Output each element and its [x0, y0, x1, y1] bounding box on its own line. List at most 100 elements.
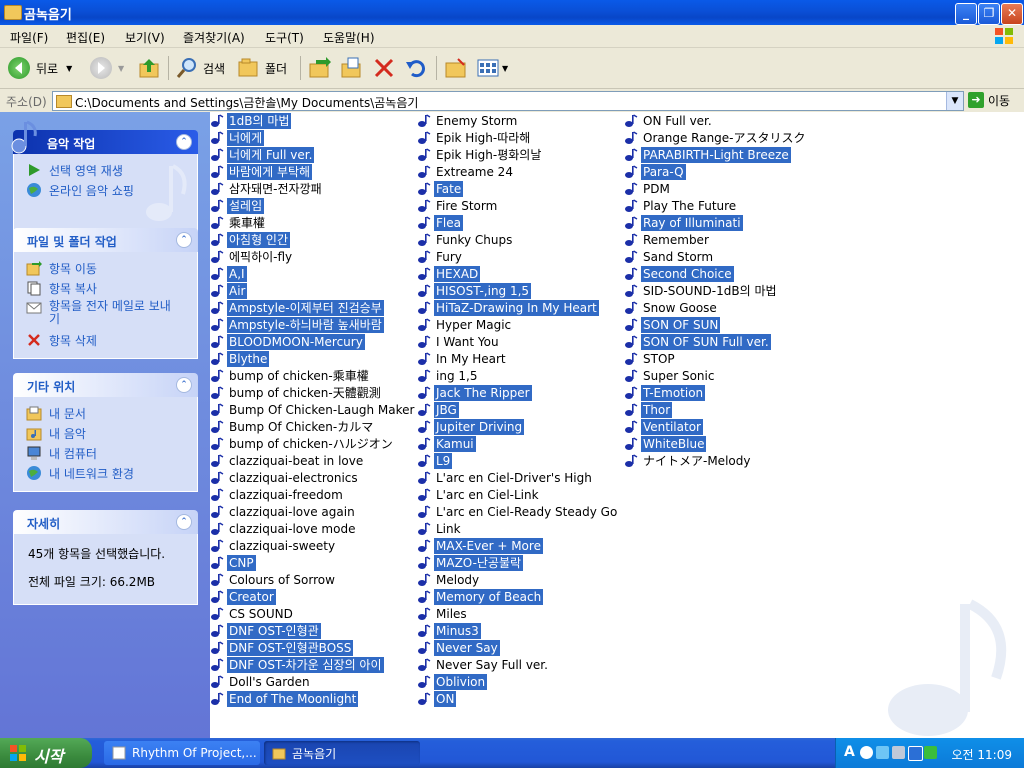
file-item[interactable]: Memory of Beach: [417, 588, 619, 605]
file-item[interactable]: SON OF SUN: [624, 316, 808, 333]
file-item[interactable]: 삼자돼면-전자깡패: [210, 180, 416, 197]
file-item[interactable]: Minus3: [417, 622, 619, 639]
file-item[interactable]: Air: [210, 282, 416, 299]
file-item[interactable]: 에픽하이-fly: [210, 248, 416, 265]
file-item[interactable]: Epik High-따라해: [417, 129, 619, 146]
file-item[interactable]: Orange Range-アスタリスク: [624, 129, 808, 146]
file-item[interactable]: Jack The Ripper: [417, 384, 619, 401]
undo-button[interactable]: [404, 54, 428, 82]
other-places-header[interactable]: 기타 위치 ⌃: [13, 373, 198, 397]
file-item[interactable]: clazziquai-love again: [210, 503, 416, 520]
file-item[interactable]: Flea: [417, 214, 619, 231]
delete-item-link[interactable]: 항목 삭제: [14, 330, 197, 350]
file-item[interactable]: bump of chicken-天體觀測: [210, 384, 416, 401]
tray-app-icon[interactable]: [924, 746, 937, 759]
file-item[interactable]: Super Sonic: [624, 367, 808, 384]
taskbar-item-rhythm[interactable]: Rhythm Of Project,...: [104, 741, 260, 765]
file-item[interactable]: Doll's Garden: [210, 673, 416, 690]
language-bar-icon[interactable]: A: [844, 744, 855, 760]
file-item[interactable]: clazziquai-beat in love: [210, 452, 416, 469]
move-to-button[interactable]: [308, 54, 332, 82]
folders-button[interactable]: 폴더: [237, 54, 287, 82]
file-item[interactable]: Epik High-평화의날: [417, 146, 619, 163]
file-item[interactable]: A,I: [210, 265, 416, 282]
start-button[interactable]: 시작: [0, 738, 92, 768]
file-item[interactable]: clazziquai-freedom: [210, 486, 416, 503]
email-item-link[interactable]: 항목을 전자 메일로 보내기: [14, 298, 197, 330]
file-item[interactable]: DNF OST-인형관: [210, 622, 416, 639]
folder-options-button[interactable]: [444, 54, 468, 82]
delete-button[interactable]: [372, 54, 396, 82]
file-item[interactable]: L'arc en Ciel-Ready Steady Go: [417, 503, 619, 520]
tray-app-icon[interactable]: [876, 746, 889, 759]
file-item[interactable]: Thor: [624, 401, 808, 418]
file-item[interactable]: Never Say: [417, 639, 619, 656]
tray-app-icon[interactable]: [908, 746, 923, 761]
file-item[interactable]: 1dB의 마법: [210, 112, 416, 129]
file-item[interactable]: MAX-Ever + More: [417, 537, 619, 554]
file-item[interactable]: Jupiter Driving: [417, 418, 619, 435]
file-item[interactable]: PARABIRTH-Light Breeze: [624, 146, 808, 163]
file-item[interactable]: ナイトメア-Melody: [624, 452, 808, 469]
my-music-link[interactable]: 내 음악: [14, 423, 197, 443]
file-item[interactable]: 설레임: [210, 197, 416, 214]
file-item[interactable]: Ampstyle-이제부터 진검승부: [210, 299, 416, 316]
file-item[interactable]: 아침형 인간: [210, 231, 416, 248]
file-item[interactable]: clazziquai-electronics: [210, 469, 416, 486]
my-documents-link[interactable]: 내 문서: [14, 403, 197, 423]
file-item[interactable]: Para-Q: [624, 163, 808, 180]
chevron-down-icon[interactable]: ▼: [946, 92, 963, 110]
file-item[interactable]: WhiteBlue: [624, 435, 808, 452]
copy-to-button[interactable]: [340, 54, 364, 82]
file-item[interactable]: T-Emotion: [624, 384, 808, 401]
close-button[interactable]: ✕: [1001, 3, 1023, 25]
collapse-icon[interactable]: ⌃: [176, 134, 192, 150]
menu-tools[interactable]: 도구(T): [265, 29, 304, 46]
file-item[interactable]: PDM: [624, 180, 808, 197]
file-item[interactable]: Sand Storm: [624, 248, 808, 265]
restore-button[interactable]: ❐: [978, 3, 1000, 25]
file-item[interactable]: bump of chicken-ハルジオン: [210, 435, 416, 452]
minimize-button[interactable]: _: [955, 3, 977, 25]
title-bar[interactable]: 곰녹음기 _ ❐ ✕: [0, 0, 1024, 25]
file-item[interactable]: Oblivion: [417, 673, 619, 690]
file-item[interactable]: Funky Chups: [417, 231, 619, 248]
file-item[interactable]: JBG: [417, 401, 619, 418]
show-hidden-icons-icon[interactable]: [860, 746, 873, 759]
file-item[interactable]: HISOST-,ing 1,5: [417, 282, 619, 299]
file-item[interactable]: Miles: [417, 605, 619, 622]
file-item[interactable]: clazziquai-sweety: [210, 537, 416, 554]
file-item[interactable]: Melody: [417, 571, 619, 588]
file-item[interactable]: Link: [417, 520, 619, 537]
search-button[interactable]: 검색: [175, 54, 225, 82]
menu-favorites[interactable]: 즐겨찾기(A): [183, 29, 245, 46]
file-item[interactable]: Enemy Storm: [417, 112, 619, 129]
file-item[interactable]: Hyper Magic: [417, 316, 619, 333]
file-item[interactable]: Extreame 24: [417, 163, 619, 180]
file-item[interactable]: Fate: [417, 180, 619, 197]
file-item[interactable]: End of The Moonlight: [210, 690, 416, 707]
file-item[interactable]: HiTaZ-Drawing In My Heart: [417, 299, 619, 316]
menu-edit[interactable]: 편집(E): [66, 29, 105, 46]
address-input[interactable]: C:\Documents and Settings\금한솔\My Documen…: [52, 91, 964, 111]
file-item[interactable]: DNF OST-차가운 심장의 아이: [210, 656, 416, 673]
file-item[interactable]: ON Full ver.: [624, 112, 808, 129]
move-item-link[interactable]: 항목 이동: [14, 258, 197, 278]
file-item[interactable]: Fury: [417, 248, 619, 265]
details-header[interactable]: 자세히 ⌃: [13, 510, 198, 534]
menu-view[interactable]: 보기(V): [125, 29, 165, 46]
file-item[interactable]: I Want You: [417, 333, 619, 350]
file-item[interactable]: L'arc en Ciel-Driver's High: [417, 469, 619, 486]
file-item[interactable]: Ampstyle-하늬바람 높새바람: [210, 316, 416, 333]
file-item[interactable]: CNP: [210, 554, 416, 571]
forward-button[interactable]: ▼: [90, 54, 124, 82]
file-item[interactable]: CS SOUND: [210, 605, 416, 622]
collapse-icon[interactable]: ⌃: [176, 232, 192, 248]
file-item[interactable]: 너에게 Full ver.: [210, 146, 416, 163]
file-item[interactable]: Ventilator: [624, 418, 808, 435]
file-item[interactable]: DNF OST-인형관BOSS: [210, 639, 416, 656]
file-folder-tasks-header[interactable]: 파일 및 폴더 작업 ⌃: [13, 228, 198, 252]
file-item[interactable]: Blythe: [210, 350, 416, 367]
menu-help[interactable]: 도움말(H): [323, 29, 375, 46]
file-item[interactable]: ing 1,5: [417, 367, 619, 384]
